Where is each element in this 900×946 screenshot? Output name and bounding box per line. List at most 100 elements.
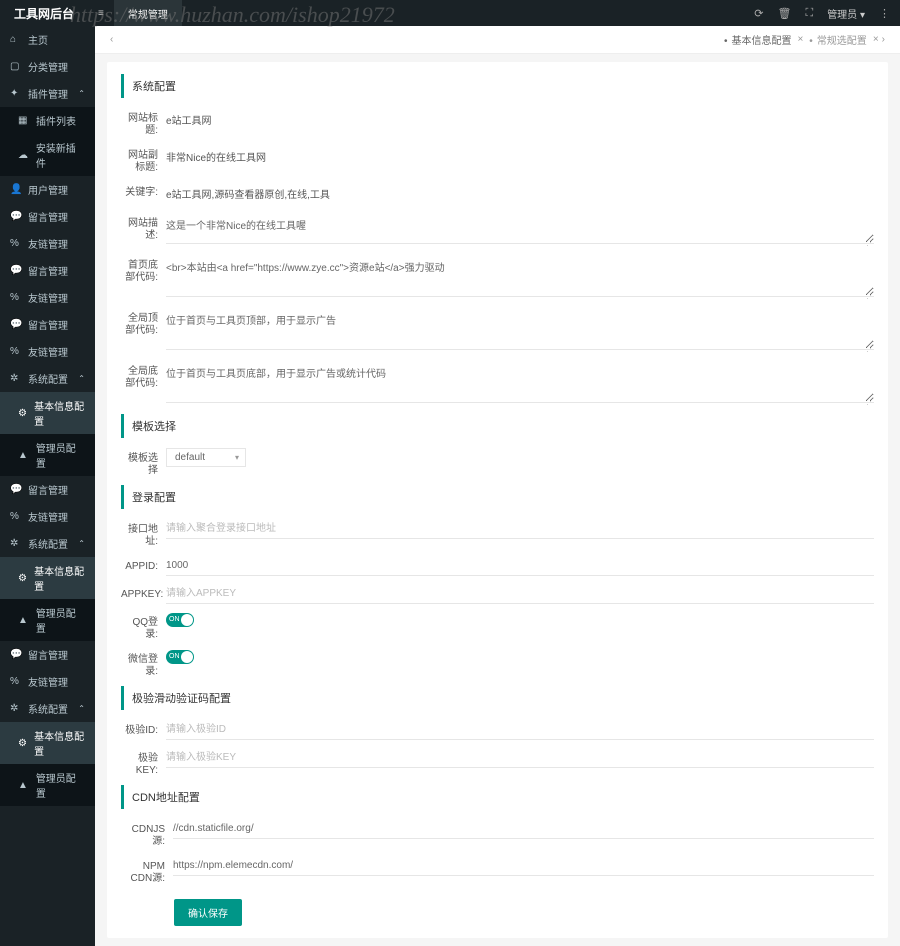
sidebar-label: 留言管理 xyxy=(28,263,68,278)
label-jy-key: 极验KEY: xyxy=(121,748,166,777)
value-keywords: e站工具网,源码查看器原创,在线,工具 xyxy=(166,182,874,205)
input-jy-id[interactable] xyxy=(166,720,874,740)
sidebar-item-link[interactable]: % 友链管理 xyxy=(0,230,95,257)
sidebar-item-plugin-install[interactable]: ☁安装新插件 xyxy=(0,134,95,176)
sidebar-label: 主页 xyxy=(28,32,48,47)
link-icon: % xyxy=(10,676,22,687)
sidebar-label: 插件管理 xyxy=(28,86,68,101)
select-template[interactable]: default xyxy=(166,448,246,467)
sidebar-label: 系统配置 xyxy=(28,536,68,551)
section-login: 登录配置 xyxy=(121,485,874,509)
cog-icon: ⚙ xyxy=(18,573,28,584)
refresh-icon[interactable]: ⟳ xyxy=(754,7,763,20)
menu-toggle-icon[interactable]: ≡ xyxy=(88,0,114,26)
label-home-footer: 首页底部代码: xyxy=(121,255,166,284)
sidebar-item-msg[interactable]: 💬留言管理 xyxy=(0,203,95,230)
input-cdnjs[interactable] xyxy=(173,819,874,839)
switch-wx-login[interactable]: ON xyxy=(166,650,194,664)
label-npmcdn: NPM CDN源: xyxy=(121,856,173,885)
sidebar-label: 管理员配置 xyxy=(36,440,85,470)
breadcrumb-next-icon[interactable]: › xyxy=(882,34,885,45)
sidebar-item-msg5[interactable]: 💬留言管理 xyxy=(0,641,95,668)
sidebar-item-msg4[interactable]: 💬留言管理 xyxy=(0,476,95,503)
link-icon: % xyxy=(10,511,22,522)
sidebar-item-basic3[interactable]: ⚙ 基本信息配置 xyxy=(0,722,95,764)
admin-dropdown[interactable]: 管理员 ▾ xyxy=(827,6,865,21)
sidebar-item-admincfg2[interactable]: ▲ 管理员配置 xyxy=(0,599,95,641)
input-site-desc[interactable] xyxy=(166,213,874,244)
chevron-down-icon: ⌃ xyxy=(78,704,85,713)
sidebar-item-link5[interactable]: %友链管理 xyxy=(0,668,95,695)
sidebar-label: 用户管理 xyxy=(28,182,68,197)
sidebar-label: 管理员配置 xyxy=(36,605,85,635)
input-jy-key[interactable] xyxy=(166,748,874,768)
breadcrumb-admin[interactable]: 常规选配置 xyxy=(809,32,867,47)
gear-icon: ✲ xyxy=(10,538,22,549)
fullscreen-icon[interactable]: ⛶ xyxy=(805,7,813,20)
sidebar-label: 安装新插件 xyxy=(36,140,85,170)
sidebar-item-sys[interactable]: ✲系统配置⌃ xyxy=(0,365,95,392)
more-icon[interactable]: ⋮ xyxy=(879,7,890,20)
chat-icon: 💬 xyxy=(10,211,22,222)
sidebar-label: 友链管理 xyxy=(28,344,68,359)
breadcrumb-basic[interactable]: 基本信息配置 xyxy=(724,32,792,47)
cog-icon: ⚙ xyxy=(18,738,28,749)
section-geetest: 极验滑动验证码配置 xyxy=(121,686,874,710)
person-icon: ▲ xyxy=(18,780,30,791)
section-system: 系统配置 xyxy=(121,74,874,98)
chat-icon: 💬 xyxy=(10,484,22,495)
trash-icon[interactable]: 🗑 xyxy=(778,7,792,20)
label-site-desc: 网站描述: xyxy=(121,213,166,242)
sidebar-label: 基本信息配置 xyxy=(34,728,85,758)
sidebar-item-category[interactable]: ▢分类管理 xyxy=(0,53,95,80)
input-home-footer[interactable] xyxy=(166,255,874,297)
input-api-url[interactable] xyxy=(166,519,874,539)
label-keywords: 关键字: xyxy=(121,182,166,199)
plugin-icon: ✦ xyxy=(10,88,22,99)
breadcrumb-item[interactable]: ‹ xyxy=(110,34,113,45)
save-button[interactable]: 确认保存 xyxy=(174,899,242,926)
input-global-bottom[interactable] xyxy=(166,361,874,403)
sidebar-item-user[interactable]: 👤 用户管理 xyxy=(0,176,95,203)
sidebar-label: 系统配置 xyxy=(28,701,68,716)
sidebar-item-link4[interactable]: % 友链管理 xyxy=(0,503,95,530)
input-appid[interactable] xyxy=(166,556,874,576)
link-icon: % xyxy=(10,292,22,303)
gear-icon: ✲ xyxy=(10,703,22,714)
section-template: 模板选择 xyxy=(121,414,874,438)
cog-icon: ⚙ xyxy=(18,408,28,419)
sidebar-item-link2[interactable]: %友链管理 xyxy=(0,284,95,311)
sidebar-label: 基本信息配置 xyxy=(34,398,85,428)
sidebar-label: 友链管理 xyxy=(28,509,68,524)
label-global-bottom: 全局底部代码: xyxy=(121,361,166,390)
sidebar-item-sys3[interactable]: ✲ 系统配置 ⌃ xyxy=(0,695,95,722)
user-icon: 👤 xyxy=(10,184,22,195)
sidebar-item-plugin[interactable]: ✦ 插件管理 ⌃ xyxy=(0,80,95,107)
sidebar-item-link3[interactable]: %友链管理 xyxy=(0,338,95,365)
sidebar-item-msg3[interactable]: 💬留言管理 xyxy=(0,311,95,338)
sidebar: ⌂ 主页 ▢分类管理 ✦ 插件管理 ⌃ ▦插件列表 ☁安装新插件 👤 用户管理 💬 留言管… xyxy=(0,26,95,946)
sidebar-label: 友链管理 xyxy=(28,236,68,251)
home-icon: ⌂ xyxy=(10,34,22,45)
sidebar-item-admincfg[interactable]: ▲管理员配置 xyxy=(0,434,95,476)
label-jy-id: 极验ID: xyxy=(121,720,166,737)
link-icon: % xyxy=(10,238,22,249)
sidebar-item-basic[interactable]: ⚙ 基本信息配置 xyxy=(0,392,95,434)
sidebar-item-home[interactable]: ⌂ 主页 xyxy=(0,26,95,53)
sidebar-item-plugin-list[interactable]: ▦插件列表 xyxy=(0,107,95,134)
label-cdnjs: CDNJS源: xyxy=(121,819,173,848)
switch-qq-login[interactable]: ON xyxy=(166,613,194,627)
input-global-top[interactable] xyxy=(166,308,874,350)
tab-changgui[interactable]: 常规管理 xyxy=(114,0,182,26)
chat-icon: 💬 xyxy=(10,265,22,276)
label-qq-login: QQ登录: xyxy=(121,612,166,641)
input-npmcdn[interactable] xyxy=(173,856,874,876)
sidebar-item-basic2[interactable]: ⚙基本信息配置 xyxy=(0,557,95,599)
breadcrumb: ‹ 基本信息配置 × 常规选配置 × › xyxy=(95,26,900,54)
sidebar-item-sys2[interactable]: ✲系统配置⌃ xyxy=(0,530,95,557)
chevron-down-icon: ⌃ xyxy=(78,89,85,98)
sidebar-item-admincfg3[interactable]: ▲管理员配置 xyxy=(0,764,95,806)
person-icon: ▲ xyxy=(18,615,30,626)
sidebar-item-msg2[interactable]: 💬 留言管理 xyxy=(0,257,95,284)
input-appkey[interactable] xyxy=(166,584,874,604)
